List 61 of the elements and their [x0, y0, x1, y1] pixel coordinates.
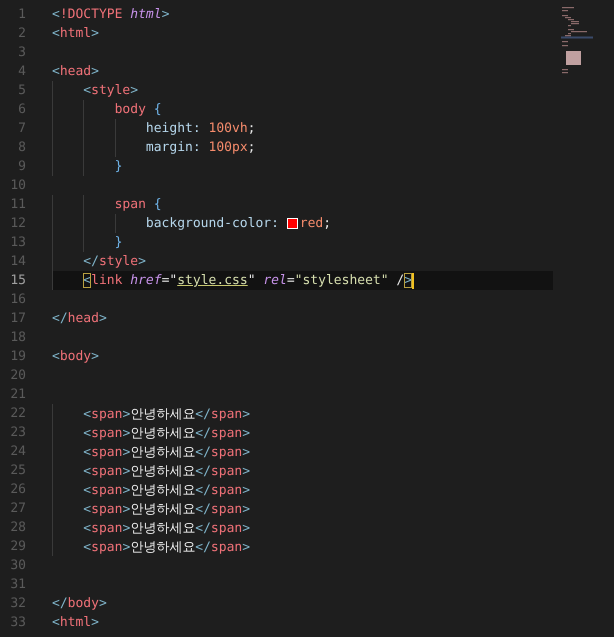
- code-line: <span>안녕하세요</span>: [83, 444, 250, 460]
- code-line: margin: 100px;: [146, 140, 256, 155]
- code-line: </head>: [52, 311, 107, 326]
- code-line: <span>안녕하세요</span>: [83, 482, 250, 498]
- line-number: 10: [9, 178, 26, 193]
- line-number: 22: [9, 406, 26, 421]
- code-line: <span>안녕하세요</span>: [83, 462, 250, 480]
- line-number: 18: [9, 330, 26, 345]
- code-line: height: 100vh;: [146, 121, 256, 136]
- line-number: 3: [17, 45, 26, 60]
- code-line: <span>안녕하세요</span>: [83, 520, 250, 536]
- code-line: </body>: [52, 596, 107, 611]
- code-line: <head>: [52, 64, 99, 79]
- code-line: }: [114, 235, 122, 250]
- line-number: 24: [9, 444, 26, 459]
- code-line: </style>: [83, 254, 146, 269]
- code-line: <body>: [52, 349, 99, 364]
- code-line: background-color:: [146, 216, 279, 231]
- code-line: red;: [300, 216, 332, 231]
- code-line: <html>: [52, 615, 99, 630]
- line-number: 31: [9, 577, 26, 592]
- code-line: <!DOCTYPE html>: [52, 7, 170, 22]
- color-swatch-icon[interactable]: [286, 218, 298, 229]
- line-number: 28: [9, 520, 26, 535]
- line-number: 21: [9, 387, 26, 402]
- line-number: 1: [17, 7, 26, 22]
- code-line: <span>안녕하세요</span>: [83, 406, 250, 422]
- line-number: 23: [9, 425, 26, 440]
- minimap-drawing[interactable]: [561, 5, 593, 75]
- line-number: 33: [9, 615, 26, 630]
- line-number: 30: [9, 558, 26, 573]
- code-line: <html>: [52, 26, 99, 41]
- line-number: 27: [9, 501, 26, 516]
- text-cursor: [412, 272, 414, 288]
- line-number: 2: [17, 26, 26, 41]
- code-line: <span>안녕하세요</span>: [83, 538, 250, 556]
- line-number: 5: [17, 83, 26, 98]
- line-number: 17: [9, 311, 26, 326]
- line-number: 19: [9, 349, 26, 364]
- line-number: 32: [9, 596, 26, 611]
- line-number: 29: [9, 539, 26, 554]
- line-number: 26: [9, 482, 26, 497]
- line-number: 25: [9, 463, 26, 478]
- line-number: 12: [9, 216, 26, 231]
- line-number: 11: [9, 197, 26, 212]
- code-line: body {: [114, 102, 162, 117]
- line-number: 7: [17, 121, 26, 136]
- line-number: 20: [9, 368, 26, 383]
- code-line: <span>안녕하세요</span>: [83, 500, 250, 518]
- line-number: 14: [9, 254, 26, 269]
- line-number: 15: [9, 273, 26, 288]
- code-line: <style>: [83, 83, 138, 98]
- code-line: span {: [114, 197, 162, 212]
- code-line: <span>안녕하세요</span>: [83, 424, 250, 442]
- line-number: 13: [9, 235, 26, 250]
- line-number: 8: [17, 140, 26, 155]
- line-number: 6: [17, 102, 26, 117]
- line-number: 16: [9, 292, 26, 307]
- line-number: 4: [17, 64, 26, 79]
- code-line: }: [114, 159, 122, 174]
- line-number: 9: [17, 159, 26, 174]
